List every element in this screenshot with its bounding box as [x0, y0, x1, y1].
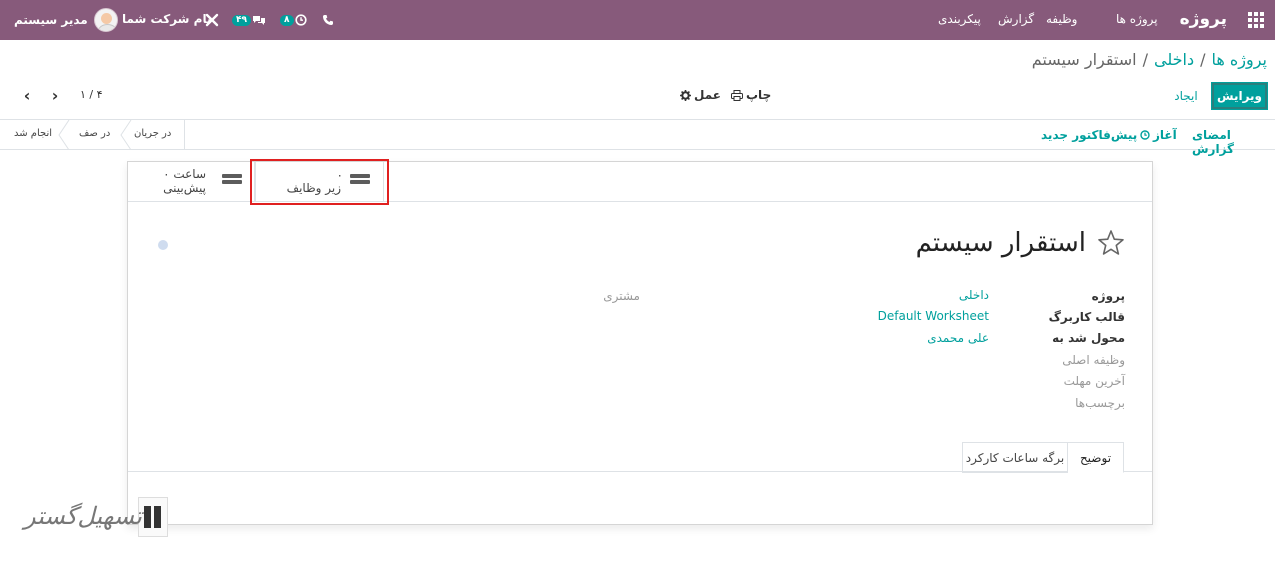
statusbar: امضای گزارش آغاز پیش‌فاکتور جدید در جریا… [0, 119, 1275, 156]
pager-prev-icon[interactable]: ‹ [19, 88, 35, 104]
record-title[interactable]: استقرار سیستم [916, 228, 1086, 258]
user-name: مدیر سیستم [14, 13, 88, 27]
tasks-icon [222, 174, 242, 190]
breadcrumb-internal[interactable]: داخلی [1154, 50, 1194, 69]
messages-badge: ۴۹ [232, 14, 251, 26]
planned-hours-smart-button[interactable]: ۰ ساعت پیش‌بینی [128, 162, 255, 202]
action-button[interactable]: عمل [680, 88, 721, 102]
star-icon[interactable] [1097, 229, 1125, 257]
company-switcher[interactable]: نام شرکت شما [122, 12, 211, 26]
stage-separator-icon [58, 120, 70, 150]
breadcrumb: پروژه ها / داخلی / استقرار سیستم [1032, 50, 1267, 69]
watermark-text: تسهیل‌گستر [24, 502, 142, 530]
planned-hours-label: پیش‌بینی [163, 181, 206, 195]
stage-separator-icon [120, 120, 132, 150]
pager-value[interactable]: ۱ / ۴ [80, 88, 103, 101]
project-label: پروژه [1091, 289, 1125, 303]
tab-timesheets[interactable]: برگه ساعات کارکرد [962, 442, 1068, 473]
menu-report[interactable]: گزارش [998, 12, 1034, 26]
worksheet-template-label: قالب کاربرگ [1048, 310, 1125, 324]
sign-report-button[interactable]: امضای گزارش [1192, 128, 1275, 156]
user-menu[interactable]: مدیر سیستم [14, 8, 118, 32]
deadline-label: آخرین مهلت [1063, 374, 1125, 388]
create-button[interactable]: ایجاد [1166, 82, 1206, 110]
chat-icon [253, 16, 265, 25]
stage-queued[interactable]: در صف [79, 128, 110, 139]
pager-next-icon[interactable]: › [47, 88, 63, 104]
breadcrumb-separator: / [1200, 50, 1206, 69]
app-brand[interactable]: پروژه [1180, 9, 1227, 29]
new-quotation-button[interactable]: پیش‌فاکتور جدید [1041, 128, 1137, 142]
assigned-to-value[interactable]: علی محمدی [789, 331, 989, 345]
notebook-tabs: توضیح برگه ساعات کارکرد [128, 442, 1152, 473]
activity-notification[interactable]: ۸ [280, 10, 307, 30]
menu-projects[interactable]: پروژه ها [1116, 12, 1158, 26]
phone-icon[interactable] [322, 10, 334, 30]
apps-menu-icon[interactable] [1248, 12, 1264, 28]
stage-in-progress[interactable]: در جریان [134, 128, 171, 139]
breadcrumb-current: استقرار سیستم [1031, 50, 1137, 69]
breadcrumb-separator: / [1142, 50, 1148, 69]
highlight-box [250, 159, 389, 205]
worksheet-template-value[interactable]: Default Worksheet [789, 309, 989, 323]
activity-badge: ۸ [280, 14, 294, 26]
clock-icon [1140, 130, 1150, 140]
print-icon [731, 89, 743, 101]
start-timer-button[interactable]: آغاز [1140, 128, 1177, 142]
stage-selector: در جریان در صف انجام شد [0, 120, 185, 150]
gear-icon [680, 89, 691, 101]
print-label: چاپ [746, 88, 772, 102]
tags-label: برچسب‌ها [1075, 396, 1125, 410]
edit-button[interactable]: ویرایش [1211, 82, 1268, 110]
breadcrumb-projects[interactable]: پروژه ها [1211, 50, 1267, 69]
avatar [93, 8, 118, 32]
tab-description[interactable]: توضیح [1067, 442, 1124, 473]
watermark-logo [138, 497, 168, 537]
top-navbar: پروژه پروژه ها وظیفه گزارش پیکربندی ۸ ۴۹… [0, 0, 1275, 40]
customer-label: مشتری [603, 289, 640, 303]
print-button[interactable]: چاپ [731, 88, 771, 102]
action-label: عمل [694, 88, 721, 102]
messages-notification[interactable]: ۴۹ [232, 10, 266, 30]
clock-icon [294, 14, 307, 26]
planned-hours-value: ۰ ساعت [163, 167, 206, 181]
form-sheet: ۰ زیر وظایف ۰ ساعت پیش‌بینی استقرار سیست… [127, 161, 1153, 525]
menu-configuration[interactable]: پیکربندی [938, 12, 981, 26]
parent-task-label: وظیفه اصلی [1062, 353, 1125, 367]
stage-done[interactable]: انجام شد [14, 128, 52, 139]
project-value[interactable]: داخلی [789, 288, 989, 302]
assigned-to-label: محول شد به [1052, 331, 1125, 345]
start-label: آغاز [1153, 128, 1177, 142]
menu-task[interactable]: وظیفه [1046, 12, 1077, 26]
kanban-state-indicator[interactable] [158, 240, 168, 250]
